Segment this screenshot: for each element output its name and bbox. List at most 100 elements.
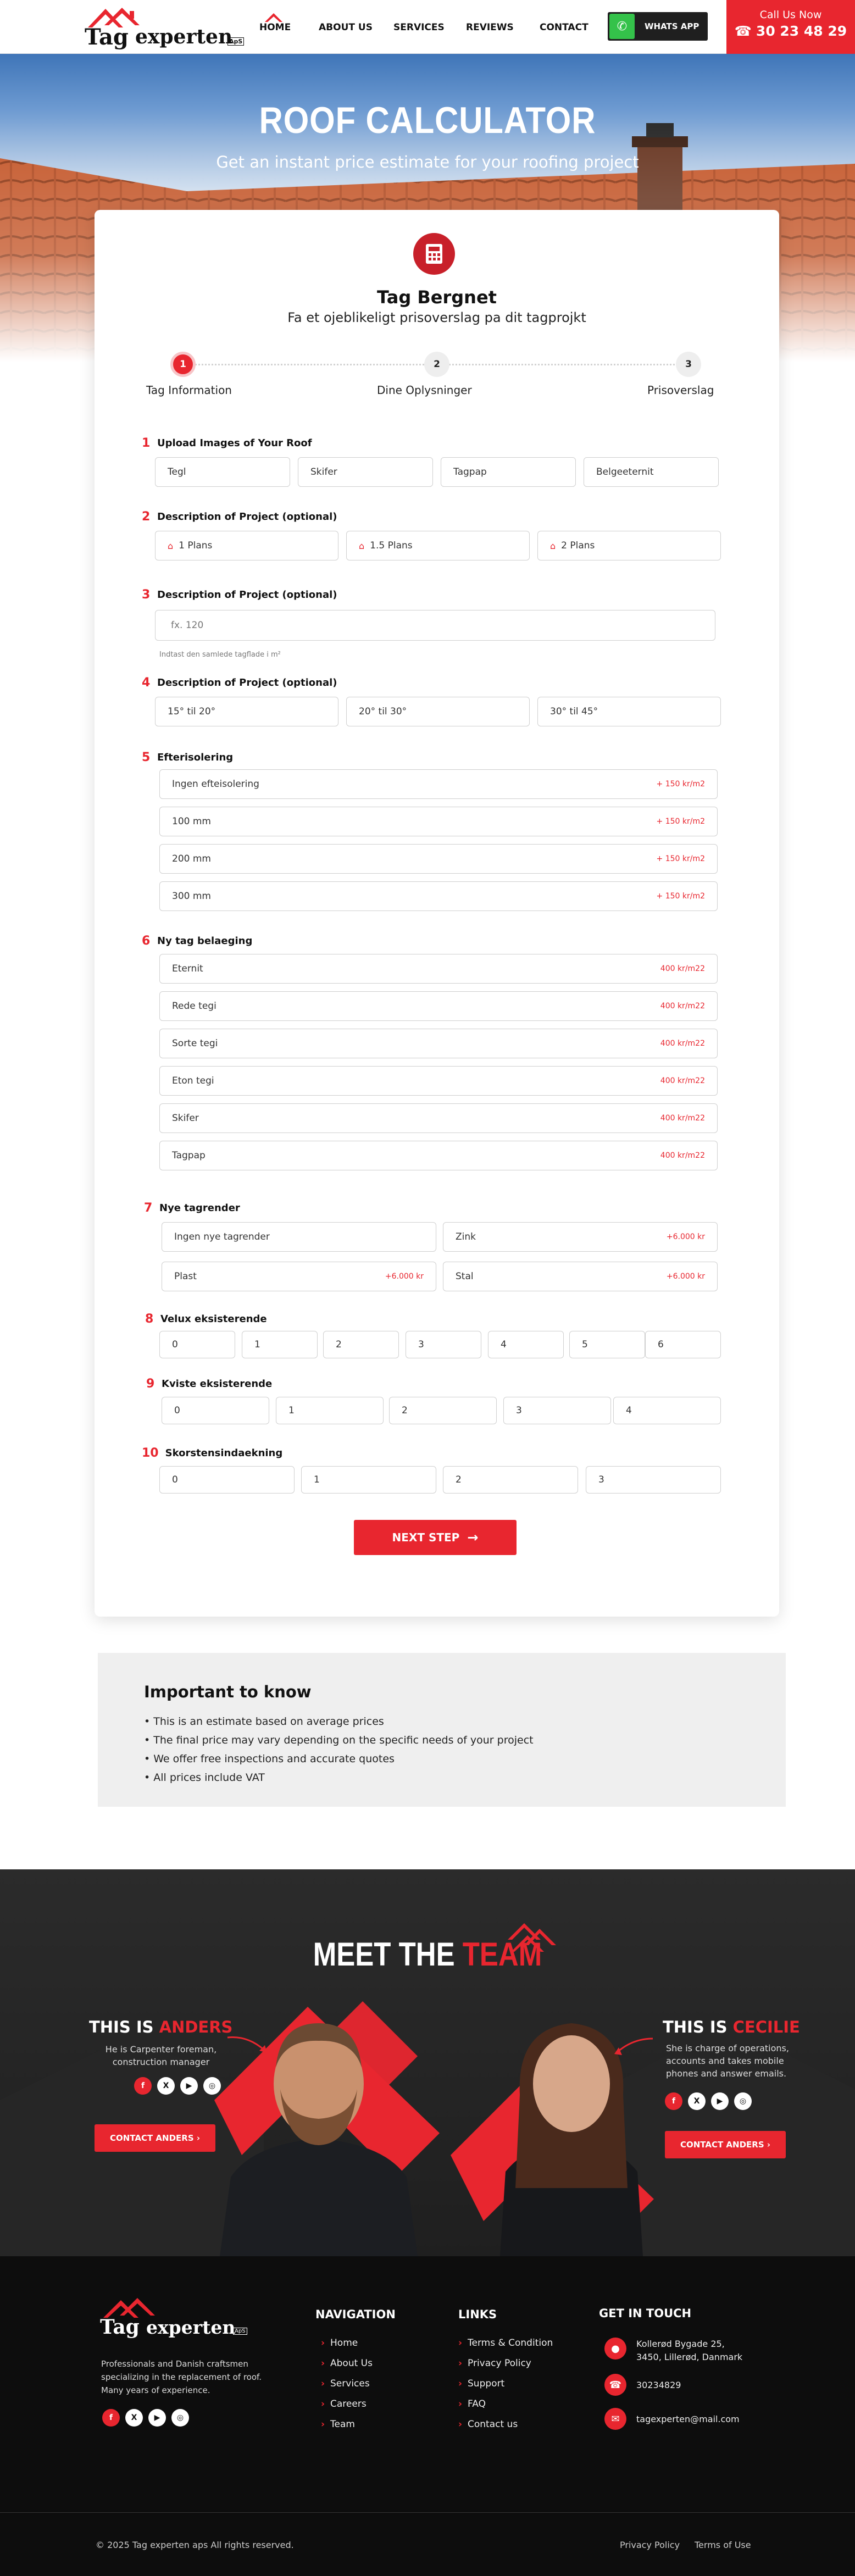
facebook-icon[interactable]: f: [102, 2409, 120, 2427]
insulation-none[interactable]: Ingen efteisolering + 150 kr/m2: [159, 769, 718, 799]
team-title-white: MEET THE: [313, 1936, 455, 1973]
roof-type-belgeeternit[interactable]: Belgeeternit: [584, 457, 719, 487]
footer-terms-link[interactable]: Terms of Use: [695, 2540, 751, 2550]
covering-skifer[interactable]: Skifer 400 kr/m22: [159, 1103, 718, 1133]
chimney-0[interactable]: 0: [159, 1466, 295, 1494]
contact-cecilie-button[interactable]: CONTACT ANDERS ›: [665, 2131, 786, 2158]
roof-type-skifer[interactable]: Skifer: [298, 457, 433, 487]
footer-nav-services[interactable]: › Services: [321, 2378, 373, 2389]
insulation-100mm[interactable]: 100 mm + 150 kr/m2: [159, 807, 718, 836]
youtube-icon[interactable]: ▶: [180, 2077, 198, 2095]
facebook-icon[interactable]: f: [134, 2077, 152, 2095]
step-1-circle[interactable]: 1: [170, 352, 196, 377]
roof-type-tegl[interactable]: Tegl: [155, 457, 290, 487]
nav-services[interactable]: SERVICES: [393, 22, 445, 33]
kviste-4[interactable]: 4: [613, 1397, 721, 1424]
facebook-icon[interactable]: f: [665, 2092, 682, 2110]
footer-address-row[interactable]: ● Kollerød Bygade 25, 3450, Lillerød, Da…: [604, 2338, 752, 2364]
footer-about: Professionals and Danish craftsmen speci…: [101, 2359, 262, 2395]
footer-nav-about[interactable]: › About Us: [321, 2358, 373, 2369]
chevron-right-icon: ›: [321, 2419, 325, 2430]
insulation-200mm[interactable]: 200 mm + 150 kr/m2: [159, 844, 718, 874]
covering-eton-tegi[interactable]: Eton tegi 400 kr/m22: [159, 1066, 718, 1096]
call-us-box[interactable]: Call Us Now ☎ 30 23 48 29: [726, 0, 855, 54]
logo-text-experten: experten: [135, 25, 233, 48]
gutter-none[interactable]: Ingen nye tagrender: [162, 1222, 436, 1252]
pitch-15-20[interactable]: 15° til 20°: [155, 697, 338, 726]
x-icon[interactable]: X: [688, 2092, 706, 2110]
footer-link-support[interactable]: › Support: [458, 2378, 553, 2389]
footer-email-row[interactable]: ✉ tagexperten@mail.com: [604, 2408, 740, 2430]
chimney-1[interactable]: 1: [301, 1466, 436, 1494]
team-title: MEET THE TEAM: [64, 1935, 791, 1973]
footer-link-privacy[interactable]: › Privacy Policy: [458, 2358, 553, 2369]
velux-5[interactable]: 5: [569, 1331, 645, 1358]
velux-0[interactable]: 0: [159, 1331, 235, 1358]
step-2-circle[interactable]: 2: [424, 352, 449, 377]
arrow-to-cecilie-icon: [614, 2038, 653, 2055]
plans-2[interactable]: ⌂ 2 Plans: [537, 531, 721, 560]
instagram-icon[interactable]: ◎: [203, 2077, 221, 2095]
gutter-zink[interactable]: Zink +6.000 kr: [443, 1222, 718, 1252]
velux-3[interactable]: 3: [406, 1331, 481, 1358]
insulation-300mm[interactable]: 300 mm + 150 kr/m2: [159, 881, 718, 911]
cecilie-heading: THIS IS CECILIE: [663, 2018, 800, 2036]
pitch-30-45[interactable]: 30° til 45°: [537, 697, 721, 726]
chevron-right-icon: ›: [458, 2419, 463, 2430]
house-icon: ⌂: [168, 540, 174, 551]
footer-link-faq[interactable]: › FAQ: [458, 2399, 553, 2410]
footer-logo[interactable]: Tag experten ApS: [99, 2295, 247, 2339]
roof-area-input[interactable]: [155, 610, 715, 641]
footer-phone-row[interactable]: ☎ 30234829: [604, 2374, 681, 2396]
covering-rede-tegi[interactable]: Rede tegi 400 kr/m22: [159, 991, 718, 1021]
footer-link-contact[interactable]: › Contact us: [458, 2419, 553, 2430]
instagram-icon[interactable]: ◎: [171, 2409, 189, 2427]
footer-link-terms[interactable]: › Terms & Condition: [458, 2338, 553, 2349]
footer-nav-careers[interactable]: › Careers: [321, 2399, 373, 2410]
step-1-label: Tag Information: [146, 384, 232, 397]
footer-nav-home[interactable]: › Home: [321, 2338, 373, 2349]
pitch-20-30[interactable]: 20° til 30°: [346, 697, 530, 726]
plans-1[interactable]: ⌂ 1 Plans: [155, 531, 338, 560]
kviste-1[interactable]: 1: [276, 1397, 384, 1424]
kviste-0[interactable]: 0: [162, 1397, 269, 1424]
whatsapp-button[interactable]: ✆ WHATS APP: [608, 12, 708, 41]
velux-6[interactable]: 6: [645, 1331, 721, 1358]
velux-1[interactable]: 1: [242, 1331, 318, 1358]
chevron-right-icon: ›: [321, 2378, 325, 2389]
chevron-right-icon: ›: [458, 2399, 463, 2410]
calculator-title: Tag Bergnet: [377, 287, 497, 308]
chimney-2[interactable]: 2: [443, 1466, 578, 1494]
whatsapp-icon: ✆: [609, 14, 635, 39]
site-logo[interactable]: Tag experten ApS: [82, 3, 247, 51]
covering-eternit[interactable]: Eternit 400 kr/m22: [159, 954, 718, 984]
footer-nav-team[interactable]: › Team: [321, 2419, 373, 2430]
chimney-3[interactable]: 3: [586, 1466, 721, 1494]
kviste-2[interactable]: 2: [389, 1397, 497, 1424]
gutter-stal[interactable]: Stal +6.000 kr: [443, 1262, 718, 1291]
youtube-icon[interactable]: ▶: [711, 2092, 729, 2110]
footer-nav-list: › Home › About Us › Services › Careers › Team: [321, 2338, 373, 2439]
covering-tagpap[interactable]: Tagpap 400 kr/m22: [159, 1141, 718, 1170]
gutter-plast[interactable]: Plast +6.000 kr: [162, 1262, 436, 1291]
covering-sorte-tegi[interactable]: Sorte tegi 400 kr/m22: [159, 1029, 718, 1058]
x-icon[interactable]: X: [157, 2077, 175, 2095]
instagram-icon[interactable]: ◎: [734, 2092, 752, 2110]
footer-privacy-link[interactable]: Privacy Policy: [620, 2540, 680, 2550]
nav-about-us[interactable]: ABOUT US: [319, 22, 373, 33]
nav-home[interactable]: HOME: [259, 22, 291, 33]
nav-reviews[interactable]: REVIEWS: [466, 22, 514, 33]
x-icon[interactable]: X: [125, 2409, 143, 2427]
roof-type-tagpap[interactable]: Tagpap: [441, 457, 576, 487]
youtube-icon[interactable]: ▶: [148, 2409, 166, 2427]
contact-anders-button[interactable]: CONTACT ANDERS ›: [95, 2124, 215, 2152]
chevron-right-icon: ›: [458, 2358, 463, 2369]
plans-1-5[interactable]: ⌂ 1.5 Plans: [346, 531, 530, 560]
step-3-circle[interactable]: 3: [676, 352, 701, 377]
nav-contact[interactable]: CONTACT: [540, 22, 588, 33]
velux-2[interactable]: 2: [323, 1331, 399, 1358]
kviste-3[interactable]: 3: [503, 1397, 611, 1424]
anders-social-links: f X ▶ ◎: [134, 2077, 221, 2095]
velux-4[interactable]: 4: [488, 1331, 564, 1358]
next-step-button[interactable]: NEXT STEP →: [354, 1520, 517, 1555]
